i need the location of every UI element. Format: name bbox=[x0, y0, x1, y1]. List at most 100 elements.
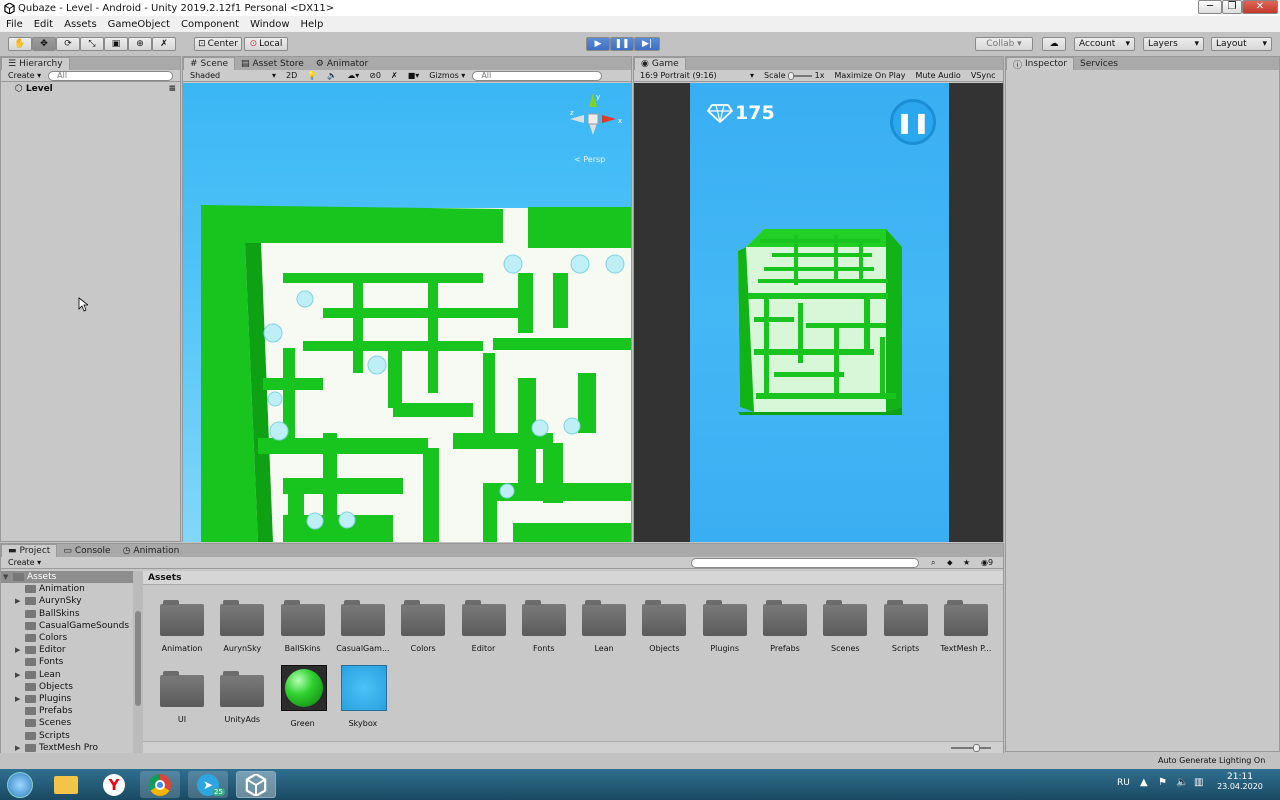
tab-hierarchy[interactable]: ☰ Hierarchy bbox=[1, 57, 70, 70]
project-tree-item[interactable]: Scripts bbox=[15, 730, 70, 742]
menu-window[interactable]: Window bbox=[250, 19, 289, 30]
project-tree-item[interactable]: Animation bbox=[15, 583, 85, 595]
asset-item[interactable]: Colors bbox=[393, 598, 453, 664]
scale-control[interactable]: Scale 1x bbox=[761, 71, 827, 81]
tab-game[interactable]: ◉ Game bbox=[634, 57, 686, 70]
custom-tool-button[interactable]: ✗ bbox=[152, 37, 176, 51]
project-tree-item[interactable]: Objects bbox=[15, 681, 73, 693]
move-tool-button[interactable]: ✥ bbox=[32, 37, 56, 51]
project-breadcrumb[interactable]: Assets bbox=[143, 571, 1003, 585]
tab-inspector[interactable]: ⓘ Inspector bbox=[1006, 57, 1074, 71]
project-tree-item[interactable]: ▶ AurynSky bbox=[15, 595, 82, 607]
rotate-tool-button[interactable]: ⟳ bbox=[56, 37, 80, 51]
tools-icon[interactable]: ✗ bbox=[388, 71, 401, 81]
tab-services[interactable]: Services bbox=[1074, 57, 1124, 70]
asset-item[interactable]: Skybox bbox=[333, 665, 393, 735]
asset-item[interactable]: Green bbox=[273, 665, 333, 735]
search-by-type-icon[interactable]: ⌕ bbox=[931, 558, 935, 568]
project-tree-item[interactable]: CasualGameSounds bbox=[15, 620, 129, 632]
account-dropdown[interactable]: Account ▾ bbox=[1074, 37, 1135, 51]
pause-button[interactable]: ❚❚ bbox=[610, 37, 634, 51]
asset-item[interactable]: CasualGam... bbox=[333, 598, 393, 664]
rect-tool-button[interactable]: ▣ bbox=[104, 37, 128, 51]
play-button[interactable]: ▶ bbox=[586, 37, 610, 51]
asset-item[interactable]: Scenes bbox=[815, 598, 875, 664]
layout-dropdown[interactable]: Layout ▾ bbox=[1211, 37, 1272, 51]
cloud-button[interactable]: ☁ bbox=[1042, 37, 1066, 51]
mute-audio-toggle[interactable]: Mute Audio bbox=[913, 71, 964, 81]
tree-arrow-icon[interactable]: ▶ bbox=[15, 597, 25, 605]
layers-dropdown[interactable]: Layers ▾ bbox=[1143, 37, 1204, 51]
perspective-label[interactable]: < Persp bbox=[574, 155, 605, 164]
favorite-star-icon[interactable]: ★ bbox=[963, 558, 970, 567]
asset-item[interactable]: UI bbox=[152, 669, 212, 735]
taskbar-unity[interactable] bbox=[236, 771, 276, 798]
network-icon[interactable]: ▥ bbox=[1194, 777, 1203, 788]
scene-orientation-gizmo[interactable]: x z y bbox=[566, 91, 626, 141]
asset-item[interactable]: AurynSky bbox=[212, 598, 272, 664]
asset-item[interactable]: Lean bbox=[574, 598, 634, 664]
pause-game-button[interactable]: ❚❚ bbox=[890, 99, 936, 145]
2d-toggle[interactable]: 2D bbox=[283, 71, 300, 81]
transform-tool-button[interactable]: ⊕ bbox=[128, 37, 152, 51]
maximize-on-play-toggle[interactable]: Maximize On Play bbox=[831, 71, 908, 81]
taskbar-yandex[interactable]: Y bbox=[94, 771, 134, 798]
gizmos-dropdown[interactable]: Gizmos ▾ bbox=[426, 71, 468, 81]
maximize-button[interactable]: ❐ bbox=[1222, 0, 1242, 14]
scene-root-row[interactable]: ⬡ Level ≡ bbox=[1, 82, 180, 96]
asset-item[interactable]: Objects bbox=[634, 598, 694, 664]
scene-search-input[interactable]: All bbox=[472, 70, 603, 81]
tree-arrow-icon[interactable]: ▶ bbox=[15, 695, 25, 703]
hierarchy-create-dropdown[interactable]: Create ▾ bbox=[5, 71, 44, 81]
search-by-label-icon[interactable]: ⬥ bbox=[947, 558, 953, 568]
tray-expand-icon[interactable]: ▲ bbox=[1140, 777, 1148, 788]
asset-item[interactable]: UnityAds bbox=[212, 669, 272, 735]
language-indicator[interactable]: RU bbox=[1117, 778, 1130, 788]
project-tree-item[interactable]: Scenes bbox=[15, 717, 71, 729]
pivot-center-button[interactable]: ⊡ Center bbox=[194, 37, 242, 51]
tab-scene[interactable]: # Scene bbox=[183, 57, 235, 70]
volume-icon[interactable]: 🔈 bbox=[1176, 777, 1188, 788]
camera-icon[interactable]: ■▾ bbox=[405, 71, 423, 81]
action-center-flag-icon[interactable]: ⚑ bbox=[1158, 777, 1167, 788]
scale-tool-button[interactable]: ⤡ bbox=[80, 37, 104, 51]
project-tree-item[interactable]: Prefabs bbox=[15, 705, 72, 717]
project-tree-item[interactable]: ▶ Plugins bbox=[15, 693, 71, 705]
asset-item[interactable]: BallSkins bbox=[273, 598, 333, 664]
project-search-input[interactable] bbox=[691, 558, 919, 568]
shading-mode-dropdown[interactable]: Shaded ▾ bbox=[187, 71, 279, 81]
tree-arrow-icon[interactable]: ▼ bbox=[3, 573, 13, 581]
minimize-button[interactable]: ─ bbox=[1198, 0, 1222, 14]
menu-gameobject[interactable]: GameObject bbox=[108, 19, 170, 30]
menu-component[interactable]: Component bbox=[181, 19, 239, 30]
tree-scrollbar[interactable] bbox=[133, 571, 143, 753]
scene-viewport[interactable]: x z y < Persp bbox=[183, 83, 631, 542]
taskbar-explorer[interactable] bbox=[46, 771, 86, 798]
game-viewport[interactable]: 175 ❚❚ bbox=[690, 83, 949, 542]
asset-item[interactable]: Prefabs bbox=[755, 598, 815, 664]
tab-animation[interactable]: ◷ Animation bbox=[117, 544, 186, 557]
vsync-toggle[interactable]: VSync bbox=[968, 71, 999, 81]
tree-arrow-icon[interactable]: ▶ bbox=[15, 671, 25, 679]
hidden-objects-count[interactable]: ⊘ 0 bbox=[366, 71, 384, 81]
audio-icon[interactable]: 🔈 bbox=[324, 71, 340, 81]
asset-item[interactable]: Plugins bbox=[695, 598, 755, 664]
project-tree-item[interactable]: Colors bbox=[15, 632, 67, 644]
scale-slider[interactable] bbox=[788, 71, 813, 80]
project-tree-item[interactable]: ▶ TextMesh Pro bbox=[15, 742, 98, 753]
project-tree-item[interactable]: ▼ Assets bbox=[1, 571, 133, 583]
tab-console[interactable]: ▭ Console bbox=[57, 544, 116, 557]
step-button[interactable]: ▶| bbox=[634, 37, 660, 51]
asset-item[interactable]: Editor bbox=[454, 598, 514, 664]
menu-file[interactable]: File bbox=[6, 19, 23, 30]
asset-item[interactable]: TextMesh P... bbox=[936, 598, 996, 664]
aspect-dropdown[interactable]: 16:9 Portrait (9:16) ▾ bbox=[637, 71, 757, 81]
menu-help[interactable]: Help bbox=[301, 19, 324, 30]
tab-asset-store[interactable]: ▤ Asset Store bbox=[235, 57, 310, 70]
icon-size-slider[interactable] bbox=[951, 744, 991, 752]
menu-assets[interactable]: Assets bbox=[64, 19, 97, 30]
menu-edit[interactable]: Edit bbox=[34, 19, 53, 30]
asset-item[interactable]: Fonts bbox=[514, 598, 574, 664]
tab-animator[interactable]: ⚙ Animator bbox=[310, 57, 374, 70]
project-create-dropdown[interactable]: Create ▾ bbox=[5, 558, 44, 568]
